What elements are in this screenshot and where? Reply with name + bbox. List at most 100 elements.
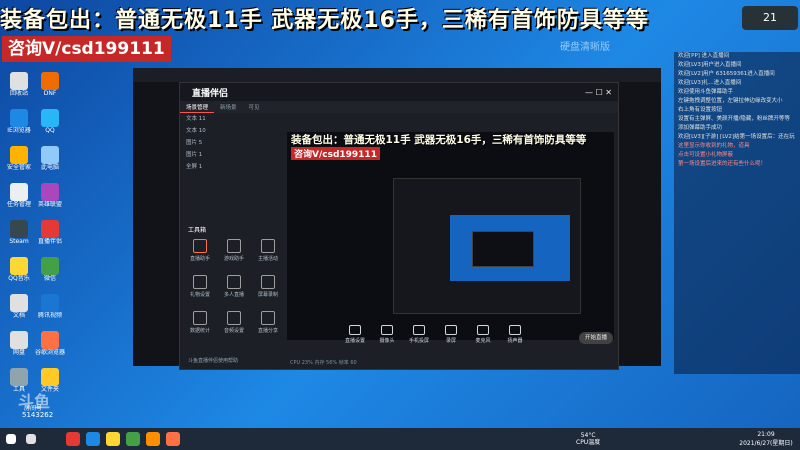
- bottom-toolbar-button[interactable]: 录屏: [436, 325, 466, 344]
- steam-icon[interactable]: [86, 432, 100, 446]
- tool-icon: [193, 239, 207, 253]
- desktop-icon[interactable]: 安全管家: [3, 146, 35, 171]
- desktop-icon[interactable]: Steam: [3, 220, 35, 245]
- chat-line: 第一场设置后进来的还有些什么呢！: [678, 161, 767, 167]
- app-icon: [41, 72, 59, 90]
- tool-icon: [227, 275, 241, 289]
- tool-item[interactable]: 主播活动: [250, 239, 286, 262]
- host-window-titlebar: [133, 68, 661, 82]
- live-app-icon[interactable]: [166, 432, 180, 446]
- search-icon[interactable]: [26, 434, 36, 444]
- bottom-toolbar-button[interactable]: 手机投屏: [404, 325, 434, 344]
- bottom-toolbar-button[interactable]: 摄像头: [372, 325, 402, 344]
- app-icon: [10, 331, 28, 349]
- clock-date: 2021/6/27(星期日): [739, 440, 793, 447]
- app-icon: [10, 146, 28, 164]
- scene-item[interactable]: 文本 10: [180, 125, 284, 137]
- desktop-icon[interactable]: 任务管理: [3, 183, 35, 208]
- cpu-temp-label: CPU温度: [576, 439, 601, 446]
- desktop-icon-label: 网盘: [12, 349, 25, 356]
- app-icon: [10, 294, 28, 312]
- help-link[interactable]: 斗鱼直播伴侣使用帮助: [188, 357, 238, 364]
- desktop-icon[interactable]: QQ: [34, 109, 66, 134]
- app-icon: [41, 109, 59, 127]
- app-red-icon[interactable]: [66, 432, 80, 446]
- desktop-icon[interactable]: 此电脑: [34, 146, 66, 171]
- tab-scene-manage[interactable]: 场景管理: [180, 101, 215, 113]
- tool-label: 多人直播: [223, 292, 244, 298]
- app-icon: [10, 257, 28, 275]
- chat-line: 左键拖拽调整位置，左键拉伸边缘改变大小: [678, 98, 783, 104]
- bottom-toolbar-icon: [445, 325, 457, 335]
- tool-label: 直播助手: [189, 256, 210, 262]
- bottom-toolbar-button[interactable]: 扬声器: [500, 325, 530, 344]
- app-icon: [10, 220, 28, 238]
- tool-item[interactable]: 礼物设置: [182, 275, 218, 298]
- clock-time: 21:09: [757, 431, 775, 438]
- tool-label: 屏幕录制: [257, 292, 278, 298]
- scene-item[interactable]: 图片 5: [180, 137, 284, 149]
- bottom-toolbar-label: 扬声器: [507, 338, 523, 344]
- nested-window: [472, 231, 534, 267]
- desktop-icon-label: 回收站: [9, 90, 28, 97]
- scene-list: 文本 11 文本 10 图片 5 图片 1 全屏 1: [180, 113, 284, 173]
- desktop-icon-label: 任务管理: [6, 201, 31, 208]
- desktop-icon[interactable]: 直播伴侣: [34, 220, 66, 245]
- desktop-icon[interactable]: 微信: [34, 257, 66, 282]
- desktop-icon[interactable]: QQ音乐: [3, 257, 35, 282]
- scene-item[interactable]: 全屏 1: [180, 161, 284, 173]
- scene-item[interactable]: 图片 1: [180, 149, 284, 161]
- taskbar: 54°C CPU温度 21:09 2021/6/27(星期日): [0, 428, 800, 450]
- chat-line: 设置有主弹屏、美颜开播/隐藏，粉丝牌开等等: [678, 116, 790, 122]
- nested-preview: [393, 178, 581, 314]
- tool-item[interactable]: 多人直播: [216, 275, 252, 298]
- desktop-icon-label: 文档: [12, 312, 25, 319]
- bottom-toolbar-icon: [477, 325, 489, 335]
- streaming-app-window: 直播伴侣 — ☐ ✕ 场景管理 新场景 可见 文本 11 文本 10 图片 5 …: [179, 82, 619, 370]
- bottom-toolbar-label: 录屏: [445, 338, 456, 344]
- bottom-toolbar-button[interactable]: 直播设置: [340, 325, 370, 344]
- tool-item[interactable]: 屏幕录制: [250, 275, 286, 298]
- app-logo: 直播伴侣: [192, 88, 229, 99]
- tool-item[interactable]: 音频设置: [216, 311, 252, 334]
- desktop-icon[interactable]: 网盘: [3, 331, 35, 356]
- desktop-icon-label: IE浏览器: [7, 127, 31, 134]
- scene-item[interactable]: 文本 11: [180, 113, 284, 125]
- desktop-icon[interactable]: IE浏览器: [3, 109, 35, 134]
- desktop-icon[interactable]: 回收站: [3, 72, 35, 97]
- folder-icon[interactable]: [106, 432, 120, 446]
- wechat-icon[interactable]: [126, 432, 140, 446]
- tool-label: 直播分享: [257, 328, 278, 334]
- tool-label: 礼物设置: [189, 292, 210, 298]
- start-live-button[interactable]: 开始直播: [579, 332, 613, 344]
- desktop-icon[interactable]: 文档: [3, 294, 35, 319]
- window-controls[interactable]: — ☐ ✕: [585, 88, 612, 97]
- app-icon: [41, 331, 59, 349]
- taskbar-clock[interactable]: 21:09 2021/6/27(星期日): [736, 430, 796, 448]
- weather-temp: 21: [763, 11, 777, 24]
- tool-item[interactable]: 直播助手: [182, 239, 218, 262]
- chat-line: 欢迎[LV3]用户进入直播间: [678, 62, 742, 68]
- desktop-icon-label: QQ: [45, 127, 55, 134]
- chat-line: 欢迎[LV3]礼...进入直播间: [678, 80, 742, 86]
- app-icon: [10, 183, 28, 201]
- tool-icon: [227, 311, 241, 325]
- bottom-toolbar-label: 摄像头: [379, 338, 395, 344]
- tab-visible[interactable]: 可见: [243, 101, 266, 113]
- tool-item[interactable]: 数据统计: [182, 311, 218, 334]
- desktop-icon-label: DNF: [43, 90, 57, 97]
- desktop-icon-label: 英雄联盟: [37, 201, 62, 208]
- tool-item[interactable]: 游戏助手: [216, 239, 252, 262]
- desktop-icon[interactable]: DNF: [34, 72, 66, 97]
- desktop-icon[interactable]: 英雄联盟: [34, 183, 66, 208]
- bottom-toolbar-button[interactable]: 麦克风: [468, 325, 498, 344]
- desktop-icon[interactable]: 谷歌浏览器: [34, 331, 66, 356]
- start-icon[interactable]: [6, 434, 16, 444]
- douyu-icon[interactable]: [146, 432, 160, 446]
- desktop-icon[interactable]: 腾讯视频: [34, 294, 66, 319]
- bottom-toolbar-label: 直播设置: [344, 338, 365, 344]
- tab-new-scene[interactable]: 新场景: [214, 101, 243, 113]
- tool-item[interactable]: 直播分享: [250, 311, 286, 334]
- bottom-toolbar-label: 麦克风: [475, 338, 491, 344]
- desktop-icon-label: 谷歌浏览器: [34, 349, 65, 356]
